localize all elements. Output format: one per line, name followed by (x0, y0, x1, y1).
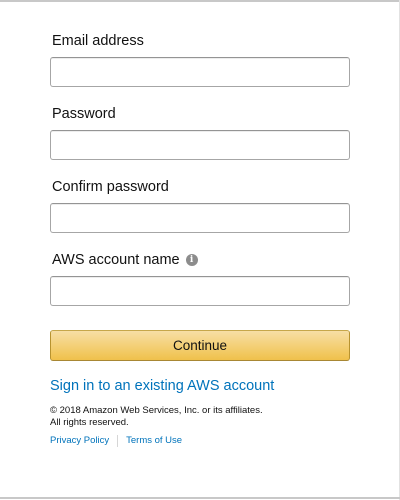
account-name-field[interactable] (50, 276, 350, 306)
footer-links: Privacy Policy Terms of Use (50, 435, 350, 447)
copyright-line-1: © 2018 Amazon Web Services, Inc. or its … (50, 405, 263, 416)
privacy-policy-link[interactable]: Privacy Policy (50, 435, 109, 447)
confirm-password-field[interactable] (50, 203, 350, 233)
signup-page: Email address Password Confirm password … (0, 0, 400, 500)
signin-existing-account-link[interactable]: Sign in to an existing AWS account (50, 376, 350, 396)
email-label: Email address (52, 33, 144, 49)
footer-separator (117, 435, 119, 447)
confirm-password-field-group: Confirm password (50, 177, 350, 233)
account-name-label: AWS account name (52, 252, 180, 268)
password-label-row: Password (52, 104, 350, 124)
footer: © 2018 Amazon Web Services, Inc. or its … (50, 405, 350, 447)
continue-button[interactable]: Continue (50, 330, 350, 361)
email-field-group: Email address (50, 31, 350, 87)
top-divider (0, 0, 400, 2)
bottom-divider (0, 497, 400, 499)
email-field[interactable] (50, 57, 350, 87)
copyright-line-2: All rights reserved. (50, 417, 129, 428)
account-name-field-group: AWS account name i (50, 250, 350, 306)
password-field-group: Password (50, 104, 350, 160)
password-label: Password (52, 106, 116, 122)
email-label-row: Email address (52, 31, 350, 51)
info-icon[interactable]: i (185, 254, 198, 266)
create-account-form: Email address Password Confirm password … (50, 31, 350, 396)
terms-of-use-link[interactable]: Terms of Use (126, 435, 182, 447)
password-field[interactable] (50, 130, 350, 160)
confirm-password-label-row: Confirm password (52, 177, 350, 197)
confirm-password-label: Confirm password (52, 179, 169, 195)
account-name-label-row: AWS account name i (52, 250, 350, 270)
